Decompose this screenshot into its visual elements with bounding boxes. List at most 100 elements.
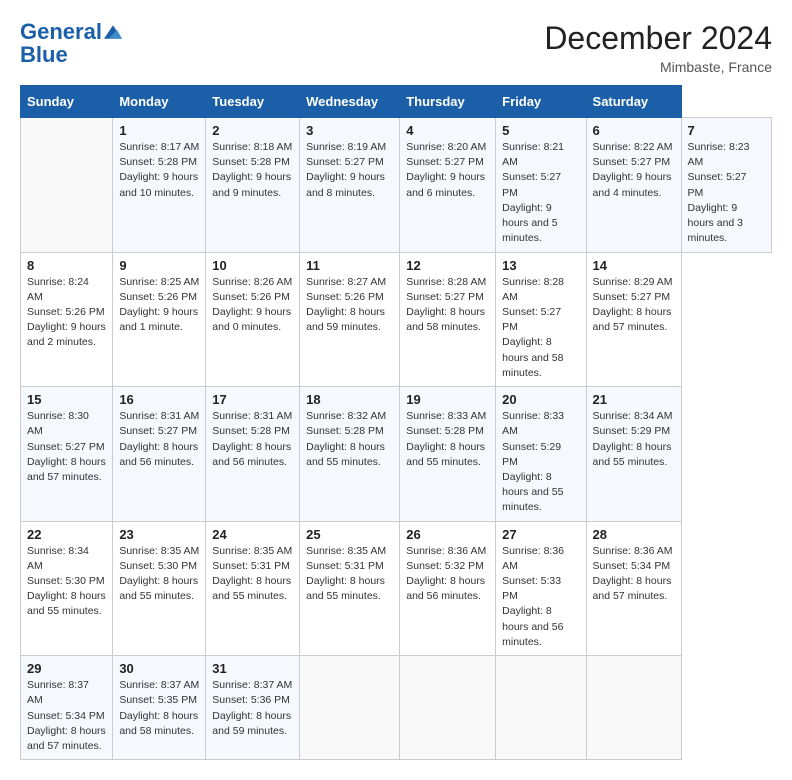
calendar-cell: 5 Sunrise: 8:21 AMSunset: 5:27 PMDaylight… [496,118,586,253]
day-info: Sunrise: 8:25 AMSunset: 5:26 PMDaylight:… [119,275,199,336]
month-title: December 2024 [544,20,772,57]
day-number: 13 [502,258,579,273]
day-info: Sunrise: 8:35 AMSunset: 5:31 PMDaylight:… [306,544,393,605]
calendar-cell: 31Sunrise: 8:37 AMSunset: 5:36 PMDayligh… [206,656,300,760]
day-info: Sunrise: 8:18 AMSunset: 5:28 PMDaylight:… [212,140,293,201]
day-info: Sunrise: 8:20 AMSunset: 5:27 PMDaylight:… [406,140,489,201]
title-block: December 2024 Mimbaste, France [544,20,772,75]
header-monday: Monday [113,86,206,118]
day-info: Sunrise: 8:36 AMSunset: 5:33 PMDaylight:… [502,544,579,651]
calendar-week-1: 1 Sunrise: 8:17 AMSunset: 5:28 PMDaylight… [21,118,772,253]
calendar-cell: 1 Sunrise: 8:17 AMSunset: 5:28 PMDaylight… [113,118,206,253]
calendar-cell: 7Sunrise: 8:23 AMSunset: 5:27 PMDaylight… [681,118,771,253]
day-number: 9 [119,258,199,273]
day-info: Sunrise: 8:32 AMSunset: 5:28 PMDaylight:… [306,409,393,470]
calendar-header-row: SundayMondayTuesdayWednesdayThursdayFrid… [21,86,772,118]
day-number: 1 [119,123,199,138]
day-number: 15 [27,392,106,407]
calendar-table: SundayMondayTuesdayWednesdayThursdayFrid… [20,85,772,760]
calendar-cell: 26Sunrise: 8:36 AMSunset: 5:32 PMDayligh… [400,521,496,656]
day-info: Sunrise: 8:24 AMSunset: 5:26 PMDaylight:… [27,275,106,351]
day-number: 27 [502,527,579,542]
calendar-cell: 4 Sunrise: 8:20 AMSunset: 5:27 PMDaylight… [400,118,496,253]
header-thursday: Thursday [400,86,496,118]
day-number: 29 [27,661,106,676]
day-info: Sunrise: 8:36 AMSunset: 5:34 PMDaylight:… [593,544,675,605]
calendar-cell [586,656,681,760]
day-info: Sunrise: 8:35 AMSunset: 5:30 PMDaylight:… [119,544,199,605]
calendar-cell: 22 Sunrise: 8:34 AMSunset: 5:30 PMDayligh… [21,521,113,656]
day-number: 11 [306,258,393,273]
calendar-cell [300,656,400,760]
day-number: 26 [406,527,489,542]
calendar-cell: 14 Sunrise: 8:29 AMSunset: 5:27 PMDayligh… [586,252,681,387]
calendar-cell [496,656,586,760]
day-info: Sunrise: 8:29 AMSunset: 5:27 PMDaylight:… [593,275,675,336]
day-number: 25 [306,527,393,542]
calendar-cell: 15 Sunrise: 8:30 AMSunset: 5:27 PMDayligh… [21,387,113,522]
day-info: Sunrise: 8:33 AMSunset: 5:29 PMDaylight:… [502,409,579,516]
day-number: 22 [27,527,106,542]
day-info: Sunrise: 8:23 AMSunset: 5:27 PMDaylight:… [688,140,765,247]
day-info: Sunrise: 8:17 AMSunset: 5:28 PMDaylight:… [119,140,199,201]
day-number: 24 [212,527,293,542]
day-info: Sunrise: 8:37 AMSunset: 5:35 PMDaylight:… [119,678,199,739]
calendar-cell: 28 Sunrise: 8:36 AMSunset: 5:34 PMDayligh… [586,521,681,656]
day-number: 16 [119,392,199,407]
day-number: 20 [502,392,579,407]
calendar-week-3: 15 Sunrise: 8:30 AMSunset: 5:27 PMDayligh… [21,387,772,522]
calendar-cell: 3 Sunrise: 8:19 AMSunset: 5:27 PMDaylight… [300,118,400,253]
day-info: Sunrise: 8:35 AMSunset: 5:31 PMDaylight:… [212,544,293,605]
calendar-cell: 21Sunrise: 8:34 AMSunset: 5:29 PMDayligh… [586,387,681,522]
calendar-cell [21,118,113,253]
calendar-cell: 13Sunrise: 8:28 AMSunset: 5:27 PMDayligh… [496,252,586,387]
page-header: General Blue December 2024 Mimbaste, Fra… [20,20,772,75]
day-number: 19 [406,392,489,407]
calendar-cell: 18 Sunrise: 8:32 AMSunset: 5:28 PMDayligh… [300,387,400,522]
day-number: 14 [593,258,675,273]
logo-blue: Blue [20,42,122,68]
day-info: Sunrise: 8:37 AMSunset: 5:34 PMDaylight:… [27,678,106,754]
logo-icon [104,23,122,41]
day-info: Sunrise: 8:31 AMSunset: 5:27 PMDaylight:… [119,409,199,470]
header-sunday: Sunday [21,86,113,118]
day-number: 18 [306,392,393,407]
header-friday: Friday [496,86,586,118]
day-number: 8 [27,258,106,273]
day-number: 30 [119,661,199,676]
day-info: Sunrise: 8:34 AMSunset: 5:29 PMDaylight:… [593,409,675,470]
day-info: Sunrise: 8:34 AMSunset: 5:30 PMDaylight:… [27,544,106,620]
day-number: 5 [502,123,579,138]
day-number: 31 [212,661,293,676]
calendar-cell: 8 Sunrise: 8:24 AMSunset: 5:26 PMDaylight… [21,252,113,387]
calendar-cell: 2Sunrise: 8:18 AMSunset: 5:28 PMDaylight… [206,118,300,253]
header-wednesday: Wednesday [300,86,400,118]
calendar-cell: 10Sunrise: 8:26 AMSunset: 5:26 PMDayligh… [206,252,300,387]
calendar-cell: 27 Sunrise: 8:36 AMSunset: 5:33 PMDayligh… [496,521,586,656]
calendar-cell: 29 Sunrise: 8:37 AMSunset: 5:34 PMDayligh… [21,656,113,760]
calendar-cell [400,656,496,760]
calendar-week-5: 29 Sunrise: 8:37 AMSunset: 5:34 PMDayligh… [21,656,772,760]
day-number: 17 [212,392,293,407]
calendar-cell: 17Sunrise: 8:31 AMSunset: 5:28 PMDayligh… [206,387,300,522]
calendar-cell: 16 Sunrise: 8:31 AMSunset: 5:27 PMDayligh… [113,387,206,522]
calendar-cell: 12Sunrise: 8:28 AMSunset: 5:27 PMDayligh… [400,252,496,387]
calendar-cell: 23 Sunrise: 8:35 AMSunset: 5:30 PMDayligh… [113,521,206,656]
calendar-cell: 30 Sunrise: 8:37 AMSunset: 5:35 PMDayligh… [113,656,206,760]
location: Mimbaste, France [544,59,772,75]
day-number: 4 [406,123,489,138]
day-info: Sunrise: 8:21 AMSunset: 5:27 PMDaylight:… [502,140,579,247]
day-info: Sunrise: 8:30 AMSunset: 5:27 PMDaylight:… [27,409,106,485]
day-number: 3 [306,123,393,138]
day-number: 6 [593,123,675,138]
logo: General Blue [20,20,122,68]
calendar-cell: 19 Sunrise: 8:33 AMSunset: 5:28 PMDayligh… [400,387,496,522]
day-number: 23 [119,527,199,542]
day-info: Sunrise: 8:33 AMSunset: 5:28 PMDaylight:… [406,409,489,470]
day-info: Sunrise: 8:19 AMSunset: 5:27 PMDaylight:… [306,140,393,201]
day-info: Sunrise: 8:27 AMSunset: 5:26 PMDaylight:… [306,275,393,336]
header-saturday: Saturday [586,86,681,118]
day-number: 28 [593,527,675,542]
calendar-week-2: 8 Sunrise: 8:24 AMSunset: 5:26 PMDaylight… [21,252,772,387]
day-info: Sunrise: 8:26 AMSunset: 5:26 PMDaylight:… [212,275,293,336]
